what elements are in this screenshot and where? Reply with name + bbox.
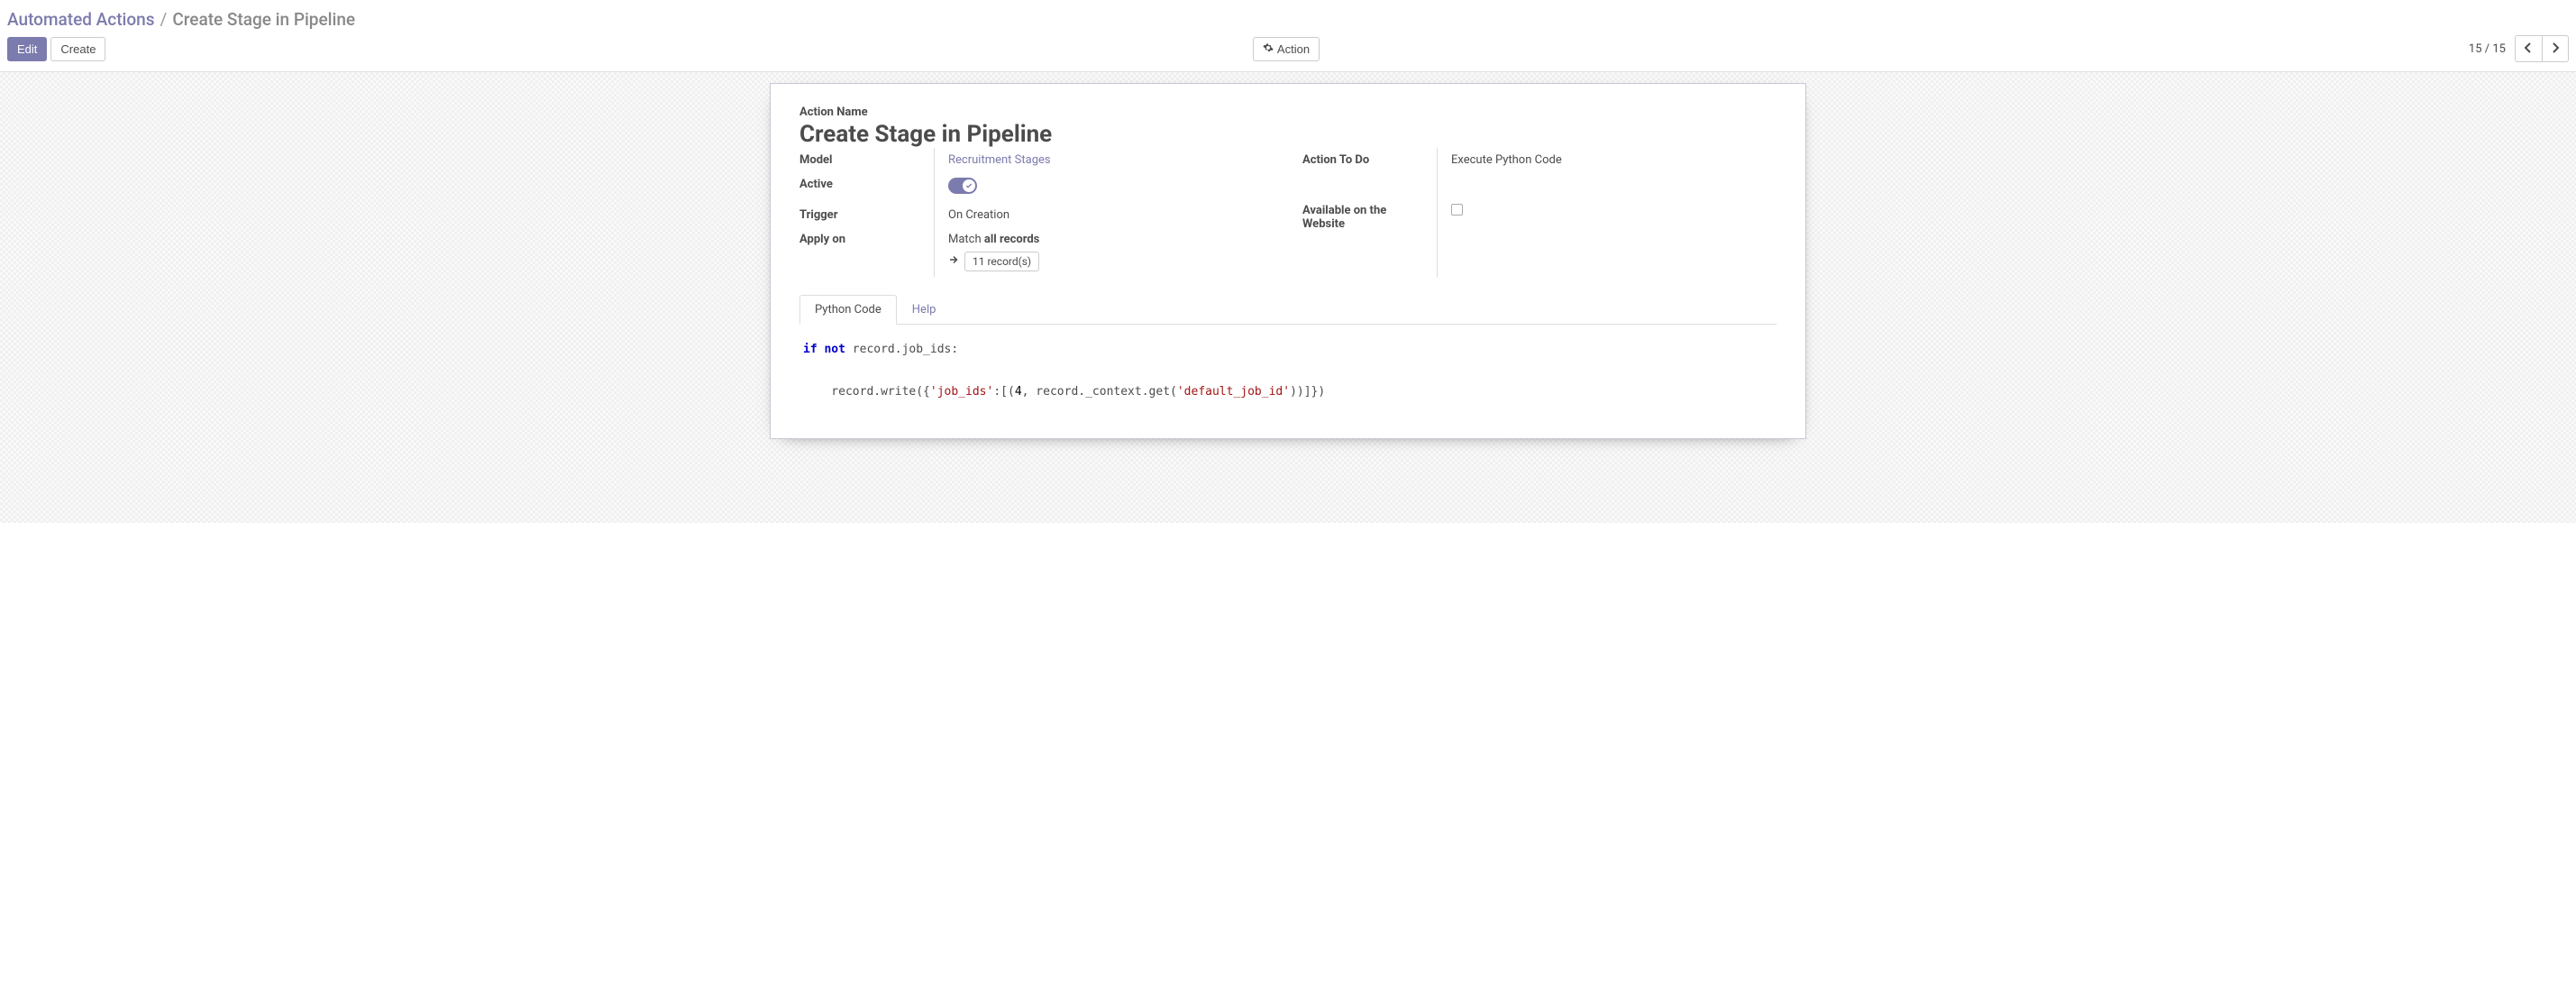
active-label: Active	[799, 172, 935, 203]
tab-python-code[interactable]: Python Code	[799, 295, 897, 325]
toggle-knob	[963, 179, 975, 192]
pager-total: 15	[2492, 42, 2506, 56]
code-l2-str2: 'default_job_id'	[1177, 385, 1290, 399]
form-view: Action Name Create Stage in Pipeline Mod…	[0, 72, 2576, 523]
active-toggle[interactable]	[948, 178, 977, 194]
model-value[interactable]: Recruitment Stages	[948, 153, 1051, 167]
code-l2-str1: 'job_ids'	[930, 385, 993, 399]
chevron-right-icon	[2551, 41, 2560, 57]
match-bold: all records	[984, 233, 1039, 246]
tab-content-python-code: if not record.job_ids: record.write({'jo…	[799, 325, 1777, 417]
code-l2-b: :[(	[993, 385, 1014, 399]
edit-button[interactable]: Edit	[7, 37, 47, 61]
available-website-checkbox[interactable]	[1451, 204, 1463, 216]
left-fields-group: Model Recruitment Stages Active Trigger	[799, 148, 1274, 277]
breadcrumb-separator: /	[160, 9, 168, 30]
action-to-do-value: Execute Python Code	[1438, 148, 1777, 198]
action-label: Action	[1277, 42, 1310, 56]
code-l1-rest: record.job_ids:	[845, 343, 958, 356]
apply-on-match-text: Match all records	[948, 233, 1274, 246]
code-kw-if: if	[803, 343, 818, 356]
code-l2-num: 4	[1015, 385, 1022, 399]
gear-icon	[1263, 42, 1274, 56]
check-icon	[965, 182, 973, 189]
records-count-button[interactable]: 11 record(s)	[964, 252, 1039, 271]
create-button[interactable]: Create	[50, 37, 105, 61]
pager-next-button[interactable]	[2542, 35, 2569, 62]
tabs: Python Code Help	[799, 295, 1777, 325]
breadcrumb-parent-link[interactable]: Automated Actions	[7, 9, 155, 30]
chevron-left-icon	[2524, 41, 2533, 57]
code-l2-c: , record._context.get(	[1022, 385, 1177, 399]
form-sheet: Action Name Create Stage in Pipeline Mod…	[770, 83, 1806, 439]
python-code-field: if not record.job_ids: record.write({'jo…	[803, 339, 1773, 402]
code-l2-a: record.write({	[803, 385, 930, 399]
arrow-right-icon	[948, 254, 959, 269]
pager-prev-button[interactable]	[2515, 35, 2542, 62]
action-to-do-label: Action To Do	[1302, 148, 1438, 198]
notebook: Python Code Help if not record.job_ids: …	[799, 295, 1777, 417]
apply-on-label: Apply on	[799, 227, 935, 277]
tab-help[interactable]: Help	[897, 295, 952, 325]
trigger-label: Trigger	[799, 203, 935, 227]
control-panel: Edit Create Action 15 / 15	[0, 35, 2576, 72]
page-title: Create Stage in Pipeline	[799, 121, 1777, 148]
match-prefix: Match	[948, 233, 984, 246]
breadcrumb-current: Create Stage in Pipeline	[172, 9, 355, 30]
right-fields-group: Action To Do Execute Python Code Availab…	[1302, 148, 1777, 277]
code-kw-not: not	[824, 343, 845, 356]
action-name-label: Action Name	[799, 106, 1777, 119]
breadcrumb: Automated Actions / Create Stage in Pipe…	[0, 0, 2576, 35]
code-l2-d: ))]})	[1290, 385, 1325, 399]
pager-sep: /	[2485, 42, 2489, 56]
model-label: Model	[799, 148, 935, 172]
action-dropdown[interactable]: Action	[1253, 37, 1320, 61]
pager-current: 15	[2469, 42, 2482, 56]
trigger-value: On Creation	[935, 203, 1274, 227]
pager[interactable]: 15 / 15	[2469, 42, 2506, 56]
available-website-label: Available on the Website	[1302, 198, 1438, 277]
